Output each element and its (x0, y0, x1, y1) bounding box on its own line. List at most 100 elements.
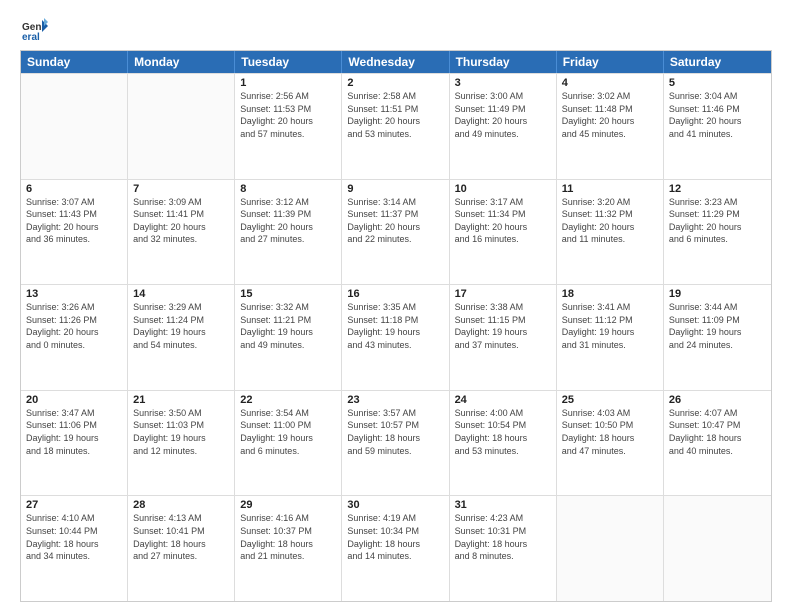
day-number: 18 (562, 288, 658, 300)
header-cell-wednesday: Wednesday (342, 51, 449, 73)
day-number: 2 (347, 77, 443, 89)
header-cell-monday: Monday (128, 51, 235, 73)
header: Gen eral (20, 16, 772, 44)
day-number: 14 (133, 288, 229, 300)
calendar-cell: 30Sunrise: 4:19 AM Sunset: 10:34 PM Dayl… (342, 496, 449, 601)
calendar-cell: 11Sunrise: 3:20 AM Sunset: 11:32 PM Dayl… (557, 180, 664, 285)
day-number: 21 (133, 394, 229, 406)
svg-text:eral: eral (22, 32, 40, 43)
calendar-cell (21, 74, 128, 179)
day-info: Sunrise: 3:00 AM Sunset: 11:49 PM Daylig… (455, 90, 551, 140)
calendar-cell: 6Sunrise: 3:07 AM Sunset: 11:43 PM Dayli… (21, 180, 128, 285)
day-info: Sunrise: 3:26 AM Sunset: 11:26 PM Daylig… (26, 301, 122, 351)
day-number: 4 (562, 77, 658, 89)
day-info: Sunrise: 3:12 AM Sunset: 11:39 PM Daylig… (240, 196, 336, 246)
calendar-cell (128, 74, 235, 179)
day-info: Sunrise: 4:03 AM Sunset: 10:50 PM Daylig… (562, 407, 658, 457)
calendar-cell: 21Sunrise: 3:50 AM Sunset: 11:03 PM Dayl… (128, 391, 235, 496)
day-number: 3 (455, 77, 551, 89)
day-number: 6 (26, 183, 122, 195)
day-info: Sunrise: 3:04 AM Sunset: 11:46 PM Daylig… (669, 90, 766, 140)
calendar-cell (664, 496, 771, 601)
day-number: 11 (562, 183, 658, 195)
day-number: 27 (26, 499, 122, 511)
calendar-cell: 3Sunrise: 3:00 AM Sunset: 11:49 PM Dayli… (450, 74, 557, 179)
day-number: 29 (240, 499, 336, 511)
day-info: Sunrise: 2:56 AM Sunset: 11:53 PM Daylig… (240, 90, 336, 140)
calendar-cell: 12Sunrise: 3:23 AM Sunset: 11:29 PM Dayl… (664, 180, 771, 285)
calendar-row-1: 1Sunrise: 2:56 AM Sunset: 11:53 PM Dayli… (21, 73, 771, 179)
calendar-cell: 2Sunrise: 2:58 AM Sunset: 11:51 PM Dayli… (342, 74, 449, 179)
calendar-cell: 24Sunrise: 4:00 AM Sunset: 10:54 PM Dayl… (450, 391, 557, 496)
calendar-cell: 7Sunrise: 3:09 AM Sunset: 11:41 PM Dayli… (128, 180, 235, 285)
day-info: Sunrise: 3:20 AM Sunset: 11:32 PM Daylig… (562, 196, 658, 246)
day-info: Sunrise: 3:54 AM Sunset: 11:00 PM Daylig… (240, 407, 336, 457)
header-cell-sunday: Sunday (21, 51, 128, 73)
calendar-cell (557, 496, 664, 601)
day-info: Sunrise: 3:41 AM Sunset: 11:12 PM Daylig… (562, 301, 658, 351)
calendar-cell: 16Sunrise: 3:35 AM Sunset: 11:18 PM Dayl… (342, 285, 449, 390)
calendar-row-5: 27Sunrise: 4:10 AM Sunset: 10:44 PM Dayl… (21, 495, 771, 601)
day-info: Sunrise: 3:44 AM Sunset: 11:09 PM Daylig… (669, 301, 766, 351)
calendar-row-4: 20Sunrise: 3:47 AM Sunset: 11:06 PM Dayl… (21, 390, 771, 496)
calendar-body: 1Sunrise: 2:56 AM Sunset: 11:53 PM Dayli… (21, 73, 771, 601)
day-info: Sunrise: 3:07 AM Sunset: 11:43 PM Daylig… (26, 196, 122, 246)
day-info: Sunrise: 4:19 AM Sunset: 10:34 PM Daylig… (347, 512, 443, 562)
calendar-cell: 10Sunrise: 3:17 AM Sunset: 11:34 PM Dayl… (450, 180, 557, 285)
day-number: 9 (347, 183, 443, 195)
day-number: 8 (240, 183, 336, 195)
day-info: Sunrise: 3:57 AM Sunset: 10:57 PM Daylig… (347, 407, 443, 457)
calendar: SundayMondayTuesdayWednesdayThursdayFrid… (20, 50, 772, 602)
calendar-cell: 26Sunrise: 4:07 AM Sunset: 10:47 PM Dayl… (664, 391, 771, 496)
calendar-cell: 20Sunrise: 3:47 AM Sunset: 11:06 PM Dayl… (21, 391, 128, 496)
calendar-cell: 4Sunrise: 3:02 AM Sunset: 11:48 PM Dayli… (557, 74, 664, 179)
day-number: 10 (455, 183, 551, 195)
day-number: 5 (669, 77, 766, 89)
day-number: 13 (26, 288, 122, 300)
calendar-header: SundayMondayTuesdayWednesdayThursdayFrid… (21, 51, 771, 73)
calendar-cell: 28Sunrise: 4:13 AM Sunset: 10:41 PM Dayl… (128, 496, 235, 601)
day-info: Sunrise: 3:32 AM Sunset: 11:21 PM Daylig… (240, 301, 336, 351)
day-info: Sunrise: 3:47 AM Sunset: 11:06 PM Daylig… (26, 407, 122, 457)
logo: Gen eral (20, 16, 52, 44)
calendar-cell: 29Sunrise: 4:16 AM Sunset: 10:37 PM Dayl… (235, 496, 342, 601)
page: Gen eral SundayMondayTuesdayWednesdayThu… (0, 0, 792, 612)
header-cell-saturday: Saturday (664, 51, 771, 73)
logo-icon: Gen eral (20, 16, 48, 44)
day-number: 23 (347, 394, 443, 406)
day-info: Sunrise: 4:00 AM Sunset: 10:54 PM Daylig… (455, 407, 551, 457)
day-info: Sunrise: 3:09 AM Sunset: 11:41 PM Daylig… (133, 196, 229, 246)
header-cell-tuesday: Tuesday (235, 51, 342, 73)
day-number: 24 (455, 394, 551, 406)
calendar-cell: 27Sunrise: 4:10 AM Sunset: 10:44 PM Dayl… (21, 496, 128, 601)
calendar-cell: 5Sunrise: 3:04 AM Sunset: 11:46 PM Dayli… (664, 74, 771, 179)
day-number: 30 (347, 499, 443, 511)
day-info: Sunrise: 3:17 AM Sunset: 11:34 PM Daylig… (455, 196, 551, 246)
calendar-cell: 13Sunrise: 3:26 AM Sunset: 11:26 PM Dayl… (21, 285, 128, 390)
day-number: 20 (26, 394, 122, 406)
day-info: Sunrise: 3:23 AM Sunset: 11:29 PM Daylig… (669, 196, 766, 246)
day-info: Sunrise: 3:35 AM Sunset: 11:18 PM Daylig… (347, 301, 443, 351)
calendar-cell: 31Sunrise: 4:23 AM Sunset: 10:31 PM Dayl… (450, 496, 557, 601)
day-info: Sunrise: 4:07 AM Sunset: 10:47 PM Daylig… (669, 407, 766, 457)
day-number: 25 (562, 394, 658, 406)
day-number: 16 (347, 288, 443, 300)
day-number: 26 (669, 394, 766, 406)
calendar-cell: 18Sunrise: 3:41 AM Sunset: 11:12 PM Dayl… (557, 285, 664, 390)
calendar-row-2: 6Sunrise: 3:07 AM Sunset: 11:43 PM Dayli… (21, 179, 771, 285)
calendar-cell: 17Sunrise: 3:38 AM Sunset: 11:15 PM Dayl… (450, 285, 557, 390)
day-number: 28 (133, 499, 229, 511)
day-info: Sunrise: 3:29 AM Sunset: 11:24 PM Daylig… (133, 301, 229, 351)
day-info: Sunrise: 2:58 AM Sunset: 11:51 PM Daylig… (347, 90, 443, 140)
day-number: 15 (240, 288, 336, 300)
calendar-cell: 14Sunrise: 3:29 AM Sunset: 11:24 PM Dayl… (128, 285, 235, 390)
day-info: Sunrise: 3:14 AM Sunset: 11:37 PM Daylig… (347, 196, 443, 246)
day-number: 12 (669, 183, 766, 195)
calendar-cell: 19Sunrise: 3:44 AM Sunset: 11:09 PM Dayl… (664, 285, 771, 390)
day-info: Sunrise: 3:50 AM Sunset: 11:03 PM Daylig… (133, 407, 229, 457)
calendar-cell: 23Sunrise: 3:57 AM Sunset: 10:57 PM Dayl… (342, 391, 449, 496)
day-info: Sunrise: 3:38 AM Sunset: 11:15 PM Daylig… (455, 301, 551, 351)
calendar-cell: 1Sunrise: 2:56 AM Sunset: 11:53 PM Dayli… (235, 74, 342, 179)
calendar-cell: 22Sunrise: 3:54 AM Sunset: 11:00 PM Dayl… (235, 391, 342, 496)
calendar-cell: 15Sunrise: 3:32 AM Sunset: 11:21 PM Dayl… (235, 285, 342, 390)
